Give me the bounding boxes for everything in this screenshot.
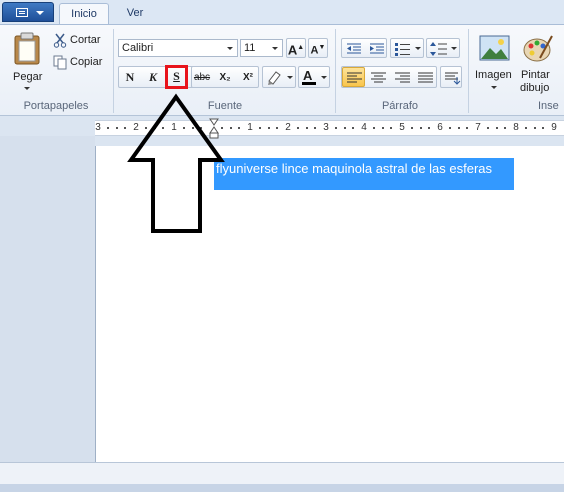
status-bar-bottom	[0, 484, 564, 492]
annotation-arrow	[127, 93, 225, 233]
arrow-up-icon	[127, 93, 225, 233]
